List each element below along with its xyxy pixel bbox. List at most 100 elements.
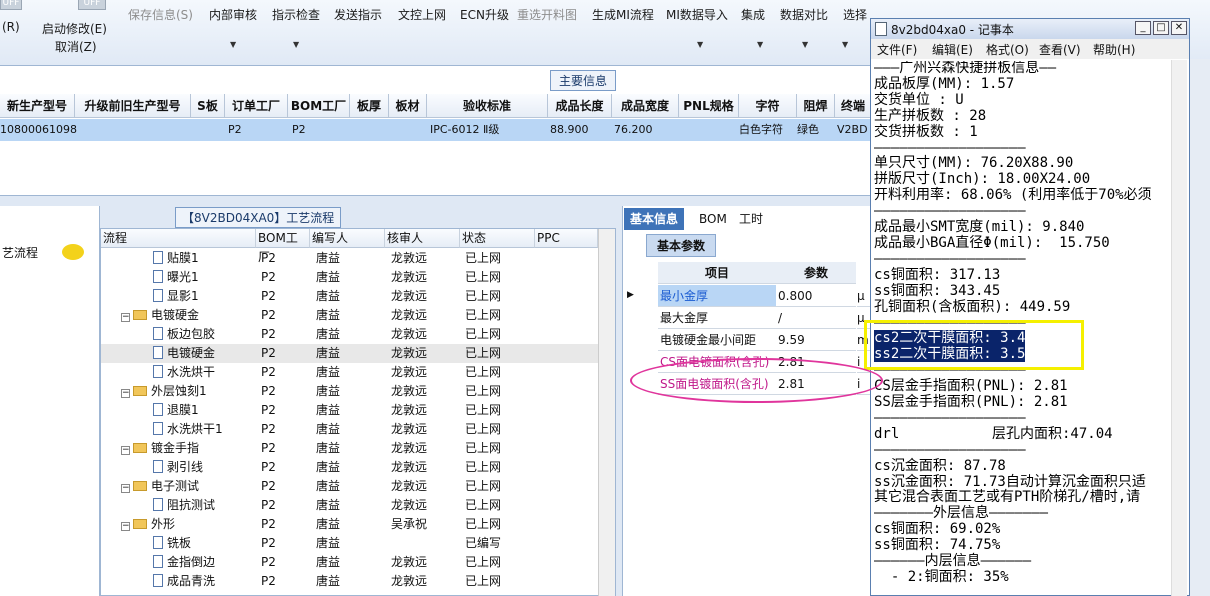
column-header[interactable]: 字符	[739, 94, 797, 118]
table-cell[interactable]: V2BD	[837, 119, 868, 141]
table-cell[interactable]: 已上网	[465, 458, 501, 477]
collapse-icon[interactable]: −	[121, 389, 130, 398]
table-row[interactable]: 退膜1 P2 唐益 龙敦远 已上网	[101, 401, 598, 420]
table-cell[interactable]: 已上网	[465, 268, 501, 287]
table-cell[interactable]: 已上网	[465, 420, 501, 439]
column-header[interactable]: 状态	[460, 229, 535, 248]
chevron-down-icon[interactable]: ▼	[802, 40, 808, 49]
generate-mi-button[interactable]: 生成MI流程	[592, 6, 654, 23]
table-cell[interactable]: 龙敦远	[391, 496, 427, 515]
table-row[interactable]: − 外层蚀刻1 P2 唐益 龙敦远 已上网	[101, 382, 598, 401]
table-cell[interactable]: 唐益	[316, 344, 340, 363]
column-header[interactable]: 板材	[389, 94, 427, 118]
minimize-icon[interactable]: _	[1135, 21, 1151, 35]
collapse-icon[interactable]: −	[121, 522, 130, 531]
tab-basic-info[interactable]: 基本信息	[624, 208, 685, 230]
table-cell[interactable]: 已上网	[465, 553, 501, 572]
table-cell[interactable]: 龙敦远	[391, 458, 427, 477]
table-cell[interactable]: 76.200	[614, 119, 653, 141]
table-cell[interactable]: P2	[261, 458, 276, 477]
table-row[interactable]: 阻抗测试 P2 唐益 龙敦远 已上网	[101, 496, 598, 515]
column-header[interactable]: 项目	[658, 262, 776, 284]
column-header[interactable]: 验收标准	[427, 94, 548, 118]
splitter[interactable]	[0, 196, 872, 206]
table-cell[interactable]: 龙敦远	[391, 344, 427, 363]
table-cell[interactable]: 唐益	[316, 249, 340, 268]
table-cell[interactable]: 龙敦远	[391, 268, 427, 287]
table-cell[interactable]: 龙敦远	[391, 572, 427, 591]
column-header[interactable]: 成品宽度	[612, 94, 679, 118]
menu-edit[interactable]: 编辑(E)	[932, 41, 973, 58]
table-cell[interactable]: 已上网	[465, 496, 501, 515]
table-cell[interactable]: P2	[261, 382, 276, 401]
param-item[interactable]: 电镀硬金最小间距	[658, 329, 776, 351]
table-cell[interactable]: IPC-6012 Ⅱ级	[430, 119, 499, 141]
menu-help[interactable]: 帮助(H)	[1093, 41, 1135, 58]
table-cell[interactable]: 已上网	[465, 306, 501, 325]
tree-node[interactable]: 剥引线	[153, 458, 203, 477]
doc-online-button[interactable]: 文控上网	[398, 6, 446, 23]
tree-node[interactable]: 水洗烘干1	[153, 420, 223, 439]
chevron-down-icon[interactable]: ▼	[757, 40, 763, 49]
tree-node[interactable]: 电镀硬金	[153, 344, 215, 363]
table-cell[interactable]: 10800061098	[0, 119, 77, 141]
table-cell[interactable]: P2	[261, 363, 276, 382]
table-cell[interactable]: 龙敦远	[391, 325, 427, 344]
tab-bom[interactable]: BOM	[693, 208, 733, 230]
table-cell[interactable]: 绿色	[797, 119, 819, 141]
tree-node[interactable]: 退膜1	[153, 401, 199, 420]
ecn-upgrade-button[interactable]: ECN升级	[460, 6, 509, 23]
tree-node[interactable]: 板边包胶	[153, 325, 215, 344]
collapse-icon[interactable]: −	[121, 446, 130, 455]
column-header[interactable]: 终端	[835, 94, 872, 118]
tree-node[interactable]: 显影1	[153, 287, 199, 306]
tree-node[interactable]: 铣板	[153, 534, 191, 553]
scrollbar[interactable]	[598, 229, 615, 596]
tree-node[interactable]: − 外形	[121, 515, 175, 534]
column-header[interactable]: 核审人	[385, 229, 460, 248]
table-cell[interactable]: P2	[261, 287, 276, 306]
chevron-down-icon[interactable]: ▼	[697, 40, 703, 49]
column-header[interactable]: 阻焊	[797, 94, 835, 118]
table-row[interactable]: 成品青洗 P2 唐益 龙敦远 已上网	[101, 572, 598, 591]
reselect-cut-button[interactable]: 重选开料图	[517, 6, 577, 23]
table-cell[interactable]: 已上网	[465, 382, 501, 401]
chevron-down-icon[interactable]: ▼	[842, 40, 848, 49]
uff-button-1[interactable]: UFF	[0, 0, 22, 10]
main-info-tab[interactable]: 主要信息	[550, 70, 617, 91]
table-cell[interactable]: P2	[292, 119, 306, 141]
table-cell[interactable]: P2	[261, 268, 276, 287]
tree-node[interactable]: 水洗烘干	[153, 363, 215, 382]
column-header[interactable]: 升级前旧生产型号	[75, 94, 191, 118]
table-cell[interactable]: P2	[261, 420, 276, 439]
table-row[interactable]: 显影1 P2 唐益 龙敦远 已上网	[101, 287, 598, 306]
chat-bubble-icon[interactable]	[62, 244, 84, 260]
table-cell[interactable]: P2	[261, 401, 276, 420]
column-header[interactable]: 新生产型号	[0, 94, 75, 118]
table-row[interactable]: 剥引线 P2 唐益 龙敦远 已上网	[101, 458, 598, 477]
table-cell[interactable]: 已上网	[465, 572, 501, 591]
menu-file[interactable]: 文件(F)	[877, 41, 917, 58]
tree-node[interactable]: 贴膜1	[153, 249, 199, 268]
table-row[interactable]: 电镀硬金 P2 唐益 龙敦远 已上网	[101, 344, 598, 363]
cancel-button[interactable]: 取消(Z)	[55, 38, 97, 55]
table-cell[interactable]: 已上网	[465, 477, 501, 496]
table-cell[interactable]: 唐益	[316, 287, 340, 306]
table-row[interactable]: 水洗烘干 P2 唐益 龙敦远 已上网	[101, 363, 598, 382]
tree-node[interactable]: 阻抗测试	[153, 496, 215, 515]
table-row[interactable]: − 镀金手指 P2 唐益 龙敦远 已上网	[101, 439, 598, 458]
table-cell[interactable]: 龙敦远	[391, 553, 427, 572]
table-cell[interactable]: 唐益	[316, 363, 340, 382]
param-item[interactable]: 最小金厚	[658, 285, 776, 307]
table-cell[interactable]: P2	[261, 534, 276, 553]
table-row[interactable]: 板边包胶 P2 唐益 龙敦远 已上网	[101, 325, 598, 344]
tree-node[interactable]: 成品青洗	[153, 572, 215, 591]
table-cell[interactable]: 唐益	[316, 458, 340, 477]
table-cell[interactable]: 龙敦远	[391, 306, 427, 325]
uff-button-2[interactable]: UFF	[78, 0, 106, 10]
table-cell[interactable]: 已上网	[465, 344, 501, 363]
table-cell[interactable]: P2	[261, 572, 276, 591]
table-cell[interactable]: 唐益	[316, 572, 340, 591]
column-header[interactable]: 板厚	[350, 94, 389, 118]
menu-format[interactable]: 格式(O)	[986, 41, 1029, 58]
